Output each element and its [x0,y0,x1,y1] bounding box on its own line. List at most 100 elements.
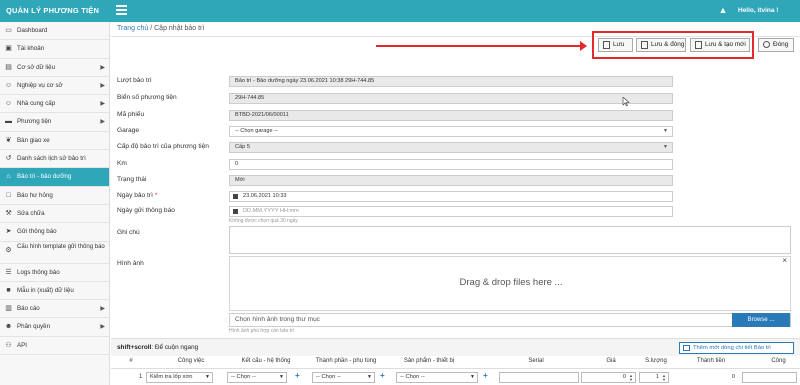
thanh-phan-select[interactable]: -- Chọn -- ▼ [312,372,375,383]
san-pham-select[interactable]: -- Chọn -- ▼ [396,372,478,383]
sidebar-item[interactable]: ▬ Phương tiện ▶ [0,113,109,132]
ket-cau-select[interactable]: -- Chọn -- ▼ [227,372,287,383]
add-row-icon [683,345,690,351]
dropzone-text: Drag & drop files here ... [459,277,563,288]
close-icon[interactable]: × [782,256,787,265]
sidebar-item[interactable]: ⌂ Bảo trì - bảo dưỡng [0,168,109,187]
label-trang-thai: Trạng thái [117,176,147,183]
chevron-down-icon: ▼ [663,144,668,150]
san-pham-value: -- Chọn -- [400,374,425,380]
sidebar-item[interactable]: ☺ Nghiệp vụ cơ sở ▶ [0,77,109,96]
label-cap-do: Cấp độ bảo trì của phương tiện [117,143,209,150]
ngay-gui-hint: Không được chọn quá 30 ngày [229,218,298,224]
breadcrumb-home[interactable]: Trang chủ [117,25,148,32]
sidebar-item-label: Nghiệp vụ cơ sở [17,81,63,89]
column-header: Công [771,358,786,364]
save-close-button[interactable]: Lưu & đóng [636,38,686,52]
stepper-icon[interactable]: ▲ ▼ [629,374,633,382]
cong-input[interactable] [742,372,797,383]
cap-do-select-value: Cấp 5 [235,144,250,150]
so-luong-input[interactable]: 1 ▲ ▼ [639,372,669,383]
scroll-hint: shift+scroll: Để cuộn ngang [117,344,198,351]
chevron-right-icon: ▶ [100,119,105,126]
sidebar-item[interactable]: ⚒ Sửa chữa [0,205,109,224]
sidebar-item-label: Báo cáo [17,305,40,313]
sidebar-item[interactable]: ▥ Báo cáo ▶ [0,300,109,319]
sidebar-item[interactable]: ❦ Bàn giao xe [0,132,109,151]
table-toolbar: shift+scroll: Để cuộn ngang Thêm mới dòn… [111,338,800,356]
required-mark: * [154,192,158,199]
close-button-label: Đóng [773,41,789,48]
save-button[interactable]: Lưu [598,38,633,52]
save-icon [603,41,610,49]
user-icon: ☺ [4,81,13,89]
save-new-button[interactable]: Lưu & tạo mới [690,38,750,52]
sidebar-item[interactable]: ☻ Phân quyền ▶ [0,318,109,337]
close-button[interactable]: Đóng [758,38,794,52]
bell-icon[interactable]: ▲ [718,5,728,16]
add-detail-row-label: Thêm mới dòng chi tiết Bảo trì [693,345,771,351]
add-san-pham-icon[interactable]: + [483,371,488,380]
sidebar-item[interactable]: ☰ Logs thông báo [0,264,109,282]
add-detail-row-button[interactable]: Thêm mới dòng chi tiết Bảo trì [679,342,794,354]
main-content: Trang chủ / Cập nhật bảo trì Lưu Lưu & đ… [111,22,800,385]
calendar-icon [233,194,238,199]
sidebar-item[interactable]: ↺ Danh sách lịch sử bảo trì [0,150,109,169]
annotation-arrow [376,41,587,51]
scroll-hint-text: : Để cuộn ngang [151,344,199,351]
ngay-bao-tri-value: 23.06.2021 10:33 [243,193,287,199]
users-icon: ☻ [4,323,13,331]
document-icon: ▤ [5,63,12,71]
sidebar-item[interactable]: □ Báo hư hỏng [0,187,109,205]
label-ma-phieu: Mã phiếu [117,111,145,118]
column-header: Công việc [177,358,205,364]
column-header: Thành phần - phụ tùng [315,358,377,364]
browse-button[interactable]: Browse ... [732,313,790,327]
image-dropzone[interactable]: × Drag & drop files here ... [229,256,791,311]
column-header: Sản phẩm - thiết bị [403,358,455,364]
ngay-gui-input[interactable]: DD.MM.YYYY HH:mm [229,206,673,217]
sidebar-item-label: Cấu hình template gửi thông báo [17,243,105,250]
file-path-placeholder: Chọn hình ảnh trong thư mục [235,316,320,323]
column-header: # [129,358,133,364]
column-header: Kết cấu - hệ thống [241,358,291,364]
app-brand[interactable]: QUẢN LÝ PHƯƠNG TIỆN [0,0,110,22]
breadcrumb-separator: / [150,25,153,32]
user-menu[interactable]: Hello, itvina ! [738,0,778,22]
ngay-gui-placeholder: DD.MM.YYYY HH:mm [243,208,299,214]
chevron-down-icon: ▼ [663,128,668,134]
chevron-right-icon: ▶ [100,82,105,89]
ghi-chu-textarea[interactable] [229,226,791,254]
monitor-icon: ▭ [5,27,12,34]
sidebar-item[interactable]: ▤ Cơ sở dữ liệu ▶ [0,59,109,77]
add-thanh-phan-icon[interactable]: + [380,371,385,380]
file-icon [641,41,648,49]
sidebar-item[interactable]: ⚇ API [0,337,109,356]
file-path-input[interactable]: Chọn hình ảnh trong thư mục Browse ... [229,313,791,327]
sidebar-item[interactable]: ■ Mẫu in (xuất) dữ liệu [0,282,109,301]
file-icon: □ [6,191,11,199]
km-input[interactable]: 0 [229,159,673,170]
sidebar-item[interactable]: ⚙ Cấu hình template gửi thông báo [0,242,109,264]
add-ket-cau-icon[interactable]: + [295,371,300,380]
ngay-bao-tri-input[interactable]: 23.06.2021 10:33 [229,191,673,202]
cong-viec-select[interactable]: Kiểm tra lốp xơn ▼ [146,372,213,383]
chevron-down-icon: ▼ [279,374,284,380]
sidebar-item-label: Nhà cung cấp [17,100,56,108]
chevron-right-icon: ▶ [100,306,105,313]
cap-do-select[interactable]: Cấp 5 ▼ [229,142,673,153]
luot-bao-tri-field: Bảo trì - Bảo dưỡng ngày 23.06.2021 10:3… [229,76,673,87]
stepper-icon[interactable]: ▲ ▼ [662,374,666,382]
gia-input[interactable]: 0 ▲ ▼ [581,372,636,383]
sidebar-item[interactable]: ➤ Gửi thông báo [0,223,109,242]
sidebar-item-label: API [17,341,27,349]
sidebar-item-label: Gửi thông báo [17,228,57,236]
sidebar-item[interactable]: ▣ Tài khoản [0,40,109,59]
sidebar-item[interactable]: ☺ Nhà cung cấp ▶ [0,95,109,114]
serial-input[interactable] [499,372,579,383]
user-icon: ☺ [4,100,13,108]
menu-toggle-icon[interactable] [116,5,127,16]
sidebar-item[interactable]: ▭ Dashboard [0,22,109,41]
row-number: 1 [139,374,143,380]
garage-select[interactable]: -- Chọn garage -- ▼ [229,126,673,137]
